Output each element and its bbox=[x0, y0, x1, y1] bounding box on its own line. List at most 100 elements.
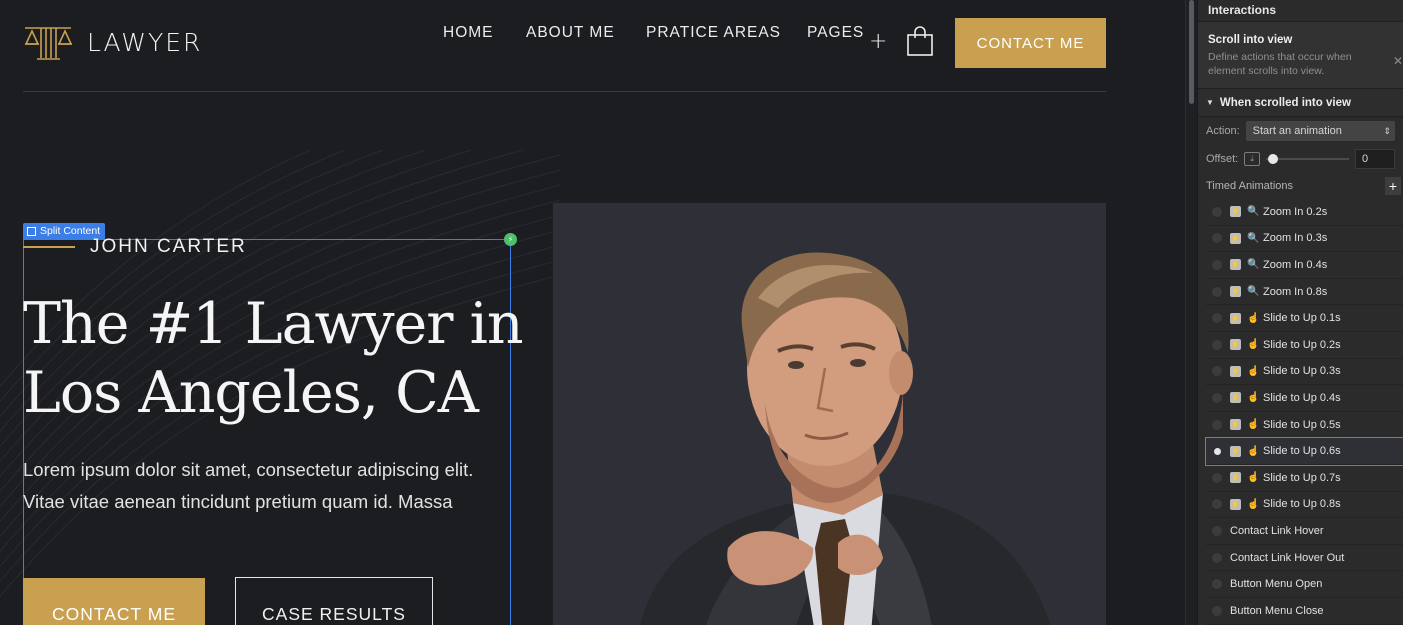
shopping-bag-icon[interactable] bbox=[906, 26, 934, 56]
trigger-bolt-icon: ⚡ bbox=[1230, 259, 1241, 271]
status-dot-icon[interactable] bbox=[1212, 552, 1222, 563]
timed-animation-item[interactable]: ⚡ ☝ Slide to Up 0.6s bbox=[1205, 437, 1403, 466]
interaction-label: Button Menu Close bbox=[1230, 604, 1324, 617]
timed-animation-label: Slide to Up 0.8s bbox=[1263, 498, 1341, 511]
close-icon[interactable]: ✕ bbox=[1393, 54, 1403, 68]
status-dot-icon[interactable] bbox=[1212, 579, 1222, 590]
timed-animation-item[interactable]: ⚡ ☝ Slide to Up 0.4s bbox=[1206, 385, 1403, 412]
lawyer-portrait-image[interactable] bbox=[553, 203, 1106, 625]
nav-link-about[interactable]: ABOUT ME bbox=[526, 24, 615, 42]
offset-input[interactable]: 0 bbox=[1355, 149, 1395, 169]
trigger-description: Define actions that occur when element s… bbox=[1208, 51, 1352, 77]
interaction-item[interactable]: Contact Link Hover Out bbox=[1206, 544, 1403, 572]
trigger-bolt-icon: ⚡ bbox=[1230, 445, 1241, 457]
nav-link-home[interactable]: HOME bbox=[443, 24, 494, 42]
status-dot-icon[interactable] bbox=[1212, 392, 1222, 403]
timed-animation-label: Slide to Up 0.1s bbox=[1263, 312, 1341, 325]
timed-animation-item[interactable]: ⚡ 🔍 Zoom In 0.4s bbox=[1206, 252, 1403, 279]
designer-canvas[interactable]: LAWYER HOME ABOUT ME PRATICE AREAS PAGES… bbox=[0, 0, 1185, 625]
interaction-item[interactable]: Button Menu Close bbox=[1206, 597, 1403, 625]
pointing-hand-icon: ☝ bbox=[1247, 498, 1260, 510]
slider-knob[interactable] bbox=[1268, 154, 1279, 164]
timed-animation-item[interactable]: ⚡ ☝ Slide to Up 0.2s bbox=[1206, 331, 1403, 359]
portrait-illustration bbox=[640, 252, 1051, 625]
trigger-bolt-icon: ⚡ bbox=[1230, 472, 1241, 484]
plus-icon[interactable]: + bbox=[869, 29, 887, 54]
status-dot-icon[interactable] bbox=[1212, 233, 1222, 244]
zoom-icon: 🔍 bbox=[1247, 232, 1260, 244]
eyebrow-accent-line bbox=[23, 246, 75, 248]
status-dot-icon[interactable] bbox=[1212, 419, 1222, 430]
selected-dot-icon[interactable] bbox=[1214, 447, 1221, 455]
animation-list: ⚡ 🔍 Zoom In 0.2s ⚡ 🔍 Zoom In 0.3s ⚡ 🔍 Zoom In 0.… bbox=[1205, 199, 1403, 625]
timed-animation-label: Slide to Up 0.5s bbox=[1263, 418, 1341, 431]
nav-contact-button[interactable]: CONTACT ME bbox=[955, 18, 1106, 68]
timed-animation-item[interactable]: ⚡ ☝ Slide to Up 0.8s bbox=[1206, 491, 1403, 519]
trigger-bolt-icon: ⚡ bbox=[1230, 206, 1241, 218]
nav-link-practice-areas[interactable]: PRATICE AREAS bbox=[646, 24, 781, 42]
interaction-bolt-icon[interactable]: ⚡ bbox=[504, 233, 517, 246]
trigger-bolt-icon: ⚡ bbox=[1230, 286, 1241, 298]
scales-of-justice-icon bbox=[24, 27, 73, 60]
status-dot-icon[interactable] bbox=[1212, 286, 1222, 297]
action-label: Action: bbox=[1206, 125, 1240, 137]
hero-eyebrow: JOHN CARTER bbox=[90, 236, 247, 257]
timed-animations-header: Timed Animations + bbox=[1198, 173, 1403, 199]
status-dot-icon[interactable] bbox=[1212, 339, 1222, 350]
pointing-hand-icon: ☝ bbox=[1247, 472, 1260, 484]
timed-animation-label: Zoom In 0.3s bbox=[1263, 232, 1328, 245]
timed-animation-item[interactable]: ⚡ ☝ Slide to Up 0.1s bbox=[1206, 305, 1403, 332]
panel-title: Interactions bbox=[1198, 0, 1403, 22]
section-when-scrolled-into-view[interactable]: ▼ When scrolled into view bbox=[1198, 89, 1403, 117]
timed-animation-label: Zoom In 0.2s bbox=[1263, 205, 1328, 218]
offset-slider[interactable] bbox=[1266, 152, 1349, 166]
pointing-hand-icon: ☝ bbox=[1247, 419, 1260, 431]
timed-animation-label: Slide to Up 0.6s bbox=[1263, 445, 1341, 458]
timed-animation-item[interactable]: ⚡ ☝ Slide to Up 0.7s bbox=[1206, 464, 1403, 492]
nav-link-pages[interactable]: PAGES bbox=[807, 24, 864, 42]
trigger-bolt-icon: ⚡ bbox=[1230, 392, 1241, 404]
timed-animation-label: Slide to Up 0.2s bbox=[1263, 338, 1341, 351]
hero-paragraph-line-2: Vitae vitae aenean tincidunt pretium qua… bbox=[23, 491, 453, 512]
interaction-item[interactable]: Contact Link Hover bbox=[1206, 518, 1403, 545]
zoom-icon: 🔍 bbox=[1247, 259, 1260, 271]
add-animation-button[interactable]: + bbox=[1385, 177, 1401, 195]
timed-animation-item[interactable]: ⚡ 🔍 Zoom In 0.2s bbox=[1206, 199, 1403, 226]
trigger-bolt-icon: ⚡ bbox=[1230, 498, 1241, 510]
timed-animation-item[interactable]: ⚡ 🔍 Zoom In 0.8s bbox=[1206, 278, 1403, 306]
status-dot-icon[interactable] bbox=[1212, 605, 1222, 616]
hero-case-results-button[interactable]: CASE RESULTS bbox=[235, 577, 433, 625]
status-dot-icon[interactable] bbox=[1212, 206, 1222, 217]
zoom-icon: 🔍 bbox=[1247, 206, 1260, 218]
timed-animation-item[interactable]: ⚡ 🔍 Zoom In 0.3s bbox=[1206, 225, 1403, 253]
offset-type-icon[interactable]: ⤓ bbox=[1244, 152, 1261, 166]
timed-animations-label: Timed Animations bbox=[1206, 180, 1294, 192]
status-dot-icon[interactable] bbox=[1212, 499, 1222, 510]
trigger-bolt-icon: ⚡ bbox=[1230, 232, 1241, 244]
trigger-bolt-icon: ⚡ bbox=[1230, 339, 1241, 351]
action-select[interactable]: Start an animation ⇕ bbox=[1245, 121, 1395, 141]
canvas-scrollbar[interactable] bbox=[1185, 0, 1197, 625]
logo-text: LAWYER bbox=[87, 27, 203, 57]
status-dot-icon[interactable] bbox=[1212, 366, 1222, 377]
trigger-card[interactable]: Scroll into view Define actions that occ… bbox=[1198, 22, 1403, 89]
pointing-hand-icon: ☝ bbox=[1247, 392, 1260, 404]
caret-down-icon: ▼ bbox=[1206, 98, 1214, 107]
interactions-panel: Interactions Scroll into view Define act… bbox=[1197, 0, 1403, 625]
status-dot-icon[interactable] bbox=[1212, 313, 1222, 324]
site-logo[interactable]: LAWYER bbox=[23, 22, 202, 62]
interaction-label: Contact Link Hover bbox=[1230, 524, 1324, 537]
scrollbar-thumb[interactable] bbox=[1189, 0, 1194, 104]
interaction-item[interactable]: Button Menu Open bbox=[1206, 571, 1403, 598]
hero-contact-button[interactable]: CONTACT ME bbox=[23, 578, 205, 625]
status-dot-icon[interactable] bbox=[1212, 259, 1222, 270]
timed-animation-item[interactable]: ⚡ ☝ Slide to Up 0.5s bbox=[1206, 411, 1403, 439]
status-dot-icon[interactable] bbox=[1212, 525, 1222, 536]
timed-animation-item[interactable]: ⚡ ☝ Slide to Up 0.3s bbox=[1206, 358, 1403, 386]
pointing-hand-icon: ☝ bbox=[1247, 339, 1260, 351]
status-dot-icon[interactable] bbox=[1212, 472, 1222, 483]
trigger-bolt-icon: ⚡ bbox=[1230, 419, 1241, 431]
hero-paragraph: Lorem ipsum dolor sit amet, consectetur … bbox=[23, 454, 523, 518]
section-label: When scrolled into view bbox=[1219, 96, 1351, 109]
header-divider bbox=[23, 91, 1106, 92]
